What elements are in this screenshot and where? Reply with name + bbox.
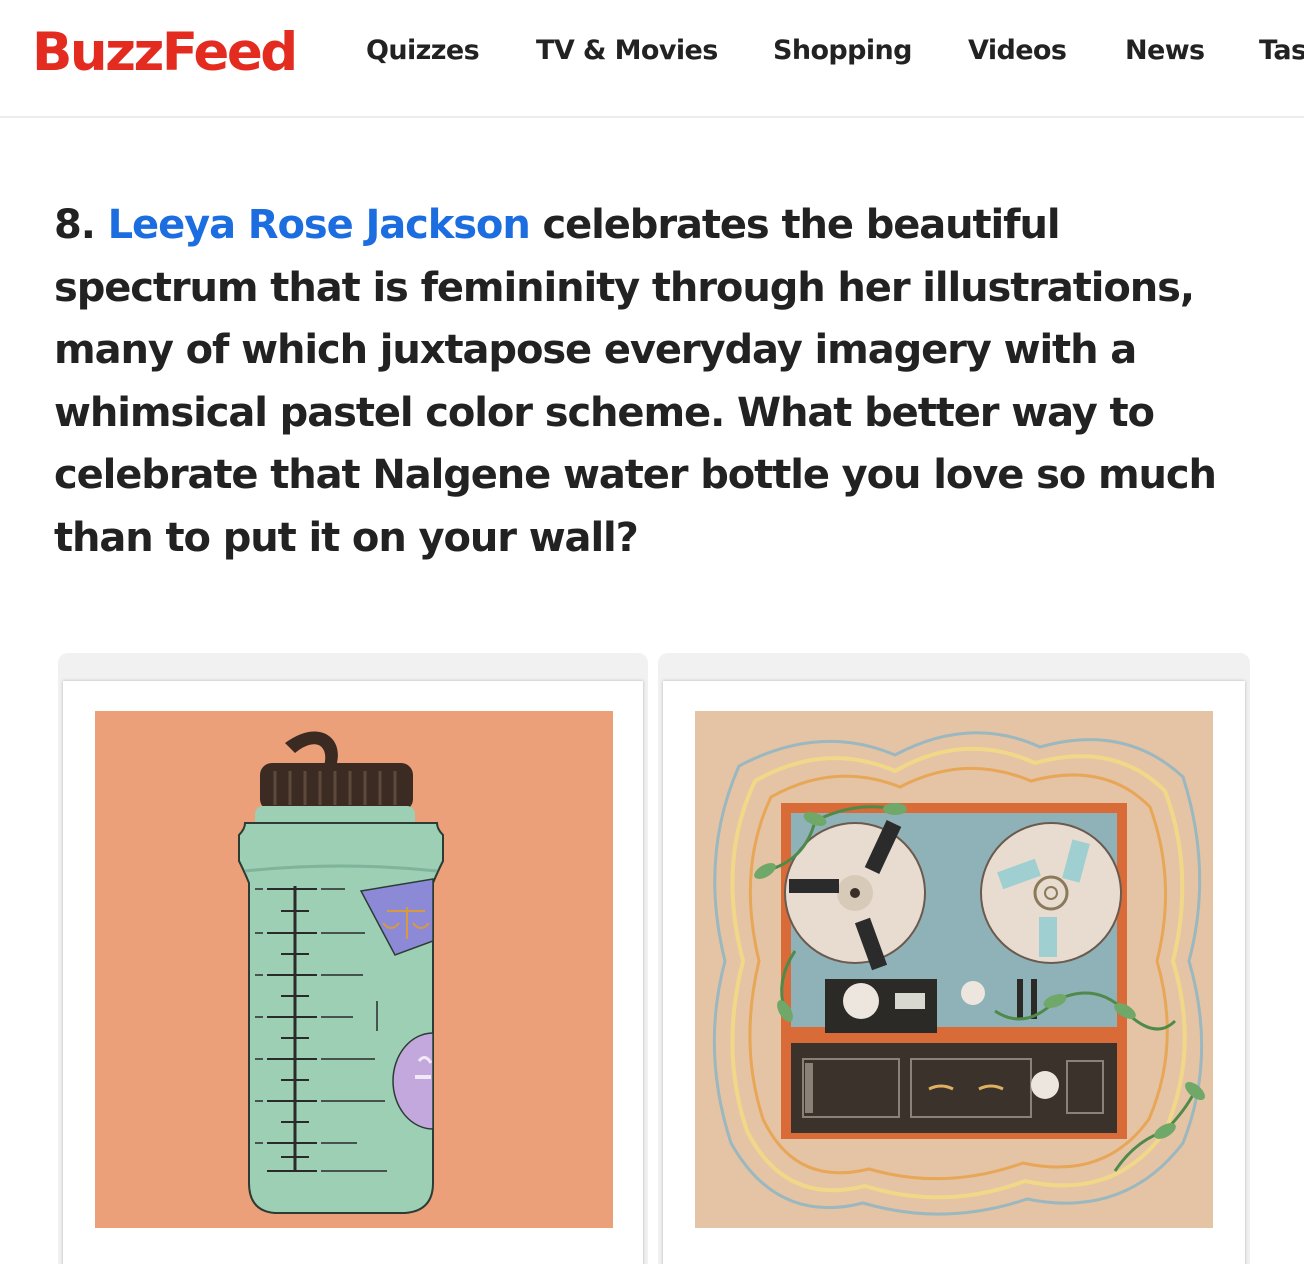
tape-recorder-art xyxy=(695,711,1213,1228)
site-header: BuzzFeed Quizzes TV & Movies Shopping Vi… xyxy=(0,0,1304,118)
article-subheading: 8. Leeya Rose Jackson celebrates the bea… xyxy=(54,194,1249,569)
nav-item-news[interactable]: News xyxy=(1125,33,1205,69)
water-bottle-art xyxy=(95,711,613,1228)
water-bottle-illustration xyxy=(95,711,613,1228)
nav-item-videos[interactable]: Videos xyxy=(968,33,1067,69)
item-number: 8. xyxy=(54,202,96,248)
nav-item-tv-movies[interactable]: TV & Movies xyxy=(536,33,718,69)
print-frame xyxy=(63,681,643,1264)
product-card-water-bottle[interactable] xyxy=(58,653,648,1264)
artist-link[interactable]: Leeya Rose Jackson xyxy=(108,202,531,248)
product-card-tape-recorder[interactable] xyxy=(658,653,1250,1264)
nav-item-quizzes[interactable]: Quizzes xyxy=(366,33,480,69)
tape-recorder-illustration xyxy=(695,711,1213,1228)
nav-item-shopping[interactable]: Shopping xyxy=(773,33,912,69)
nav-item-tasty[interactable]: Tas xyxy=(1259,33,1304,69)
item-description: celebrates the beautiful spectrum that i… xyxy=(54,202,1217,561)
buzzfeed-logo[interactable]: BuzzFeed xyxy=(32,22,298,84)
print-frame xyxy=(663,681,1245,1264)
